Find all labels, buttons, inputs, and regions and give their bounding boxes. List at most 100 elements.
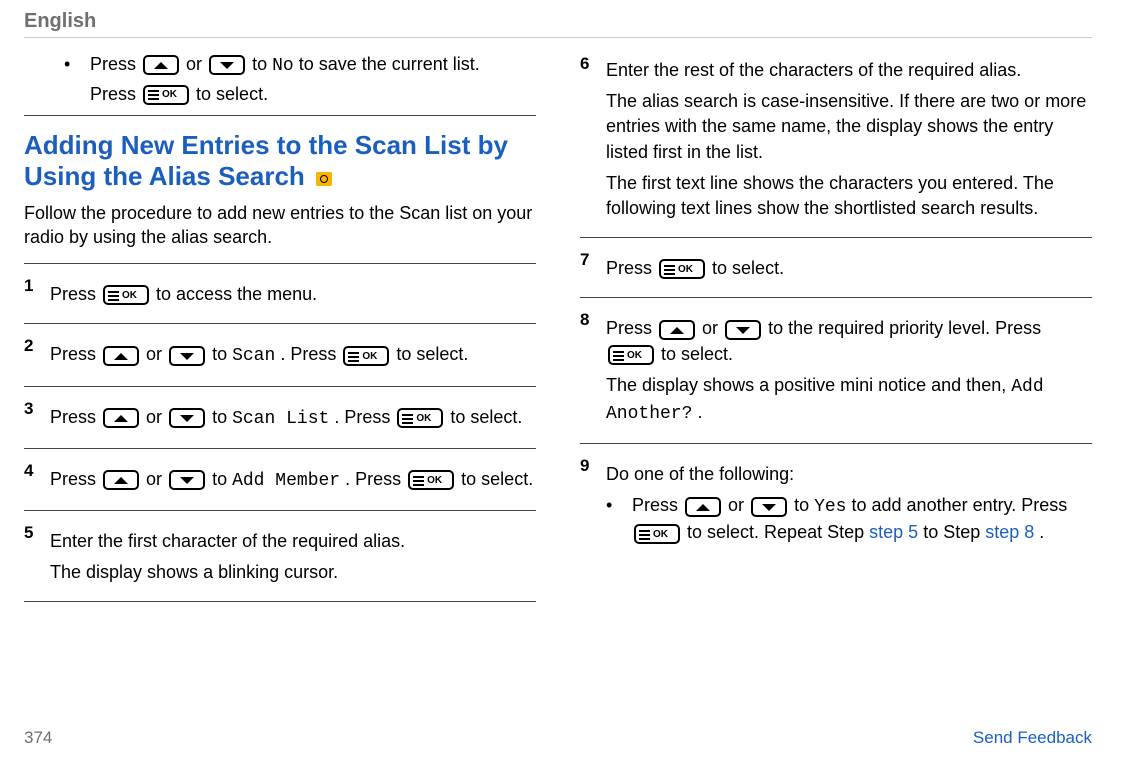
step-number: 7 (580, 248, 589, 272)
step-body: Enter the rest of the characters of the … (606, 58, 1092, 221)
text-fragment: The display shows a positive mini notice… (606, 375, 1011, 395)
ok-label: OK (122, 289, 137, 303)
text-fragment: . (1039, 522, 1044, 542)
lcd-text: No (272, 56, 294, 76)
down-arrow-icon (169, 408, 205, 428)
ok-button-icon: OK (343, 346, 389, 366)
page: English • Press or to No (0, 0, 1132, 762)
up-arrow-icon (143, 55, 179, 75)
step-number: 4 (24, 459, 33, 483)
prev-bullet-item: • Press or to No to save the current lis… (64, 54, 536, 105)
ok-button-icon: OK (659, 259, 705, 279)
step-number: 1 (24, 274, 33, 298)
text-fragment: to (794, 495, 814, 515)
text-fragment: . Press (280, 344, 341, 364)
header-language: English (24, 10, 96, 32)
divider (24, 115, 536, 116)
step-1: 1 Press OK to access the menu. (24, 263, 536, 323)
text-fragment: . (697, 402, 702, 422)
step-body: Press or to Scan . Press OK to select. (50, 342, 536, 369)
ok-label: OK (362, 350, 377, 364)
ok-button-icon: OK (397, 408, 443, 428)
send-feedback-link[interactable]: Send Feedback (973, 728, 1092, 748)
step-line: Enter the first character of the require… (50, 529, 536, 554)
step-body: Do one of the following: • Press or to Y… (606, 462, 1092, 546)
text-fragment: to (252, 54, 272, 74)
text-fragment: to add another entry. Press (852, 495, 1068, 515)
down-arrow-icon (725, 320, 761, 340)
step-5: 5 Enter the first character of the requi… (24, 510, 536, 602)
text-fragment: to select. Repeat Step (687, 522, 869, 542)
text-fragment: Press (606, 318, 657, 338)
page-footer: 374 Send Feedback (24, 728, 1092, 748)
text-fragment: Press (632, 495, 683, 515)
page-header: English (24, 10, 1092, 38)
ok-label: OK (416, 412, 431, 426)
text-fragment: or (702, 318, 723, 338)
step-number: 6 (580, 52, 589, 76)
step-body: Press or to Scan List . Press OK to sele… (50, 405, 536, 432)
text-fragment: Press (50, 469, 101, 489)
text-fragment: Press (606, 258, 657, 278)
ok-label: OK (627, 349, 642, 363)
ok-label: OK (162, 89, 177, 100)
text-fragment: Press (50, 407, 101, 427)
section-title-text: Adding New Entries to the Scan List by U… (24, 130, 508, 191)
step-number: 2 (24, 334, 33, 358)
text-fragment: to select. (196, 84, 268, 104)
step-7: 7 Press OK to select. (580, 237, 1092, 297)
up-arrow-icon (103, 408, 139, 428)
step-4: 4 Press or to Add Member . Press OK to s… (24, 448, 536, 510)
step-9: 9 Do one of the following: • Press or to (580, 443, 1092, 562)
ok-label: OK (653, 528, 668, 542)
text-fragment: Press (90, 54, 141, 74)
text-fragment: to select. (712, 258, 784, 278)
step-line: The display shows a blinking cursor. (50, 560, 536, 585)
ok-button-icon: OK (408, 470, 454, 490)
step-2: 2 Press or to Scan . Press OK to select. (24, 323, 536, 385)
text-fragment: to select. (396, 344, 468, 364)
down-arrow-icon (169, 346, 205, 366)
text-fragment: . Press (334, 407, 395, 427)
step-number: 5 (24, 521, 33, 545)
link-step-8[interactable]: step 8 (985, 522, 1034, 542)
step-body: Press or to the required priority level.… (606, 316, 1092, 427)
lcd-text: Scan (232, 346, 275, 366)
lcd-text: Scan List (232, 409, 329, 429)
up-arrow-icon (685, 497, 721, 517)
step-number: 8 (580, 308, 589, 332)
step-line: The first text line shows the characters… (606, 171, 1092, 221)
step-body: Press OK to access the menu. (50, 282, 536, 307)
ok-button-icon: OK (608, 345, 654, 365)
bullet-text: Press or to Yes to add another entry. Pr… (632, 493, 1092, 545)
section-intro: Follow the procedure to add new entries … (24, 201, 536, 250)
text-fragment: to select. (461, 469, 533, 489)
bullet-dot: • (606, 493, 632, 545)
text-fragment: Press (50, 344, 101, 364)
lcd-text: Add Member (232, 471, 340, 491)
text-fragment: to select. (450, 407, 522, 427)
step-line: The alias search is case-insensitive. If… (606, 89, 1092, 165)
ok-label: OK (427, 474, 442, 488)
text-fragment: Press (90, 84, 141, 104)
text-fragment: or (146, 344, 167, 364)
step-body: Press OK to select. (606, 256, 1092, 281)
bullet-dot: • (64, 54, 90, 105)
step-number: 3 (24, 397, 33, 421)
text-fragment: to (212, 407, 232, 427)
left-column: • Press or to No to save the current lis… (24, 48, 536, 602)
ok-button-icon: OK (103, 285, 149, 305)
text-fragment: or (146, 407, 167, 427)
link-step-5[interactable]: step 5 (869, 522, 918, 542)
text-fragment: or (146, 469, 167, 489)
content-columns: • Press or to No to save the current lis… (24, 48, 1092, 602)
text-fragment: to save the current list. (299, 54, 480, 74)
step-3: 3 Press or to Scan List . Press OK to se… (24, 386, 536, 448)
previous-topic-end: • Press or to No to save the current lis… (24, 54, 536, 105)
step-9-sub-bullet: • Press or to Yes to add another entry. … (606, 493, 1092, 545)
text-fragment: to the required priority level. Press (768, 318, 1041, 338)
up-arrow-icon (659, 320, 695, 340)
ok-label: OK (678, 263, 693, 277)
step-6: 6 Enter the rest of the characters of th… (580, 48, 1092, 237)
step-number: 9 (580, 454, 589, 478)
